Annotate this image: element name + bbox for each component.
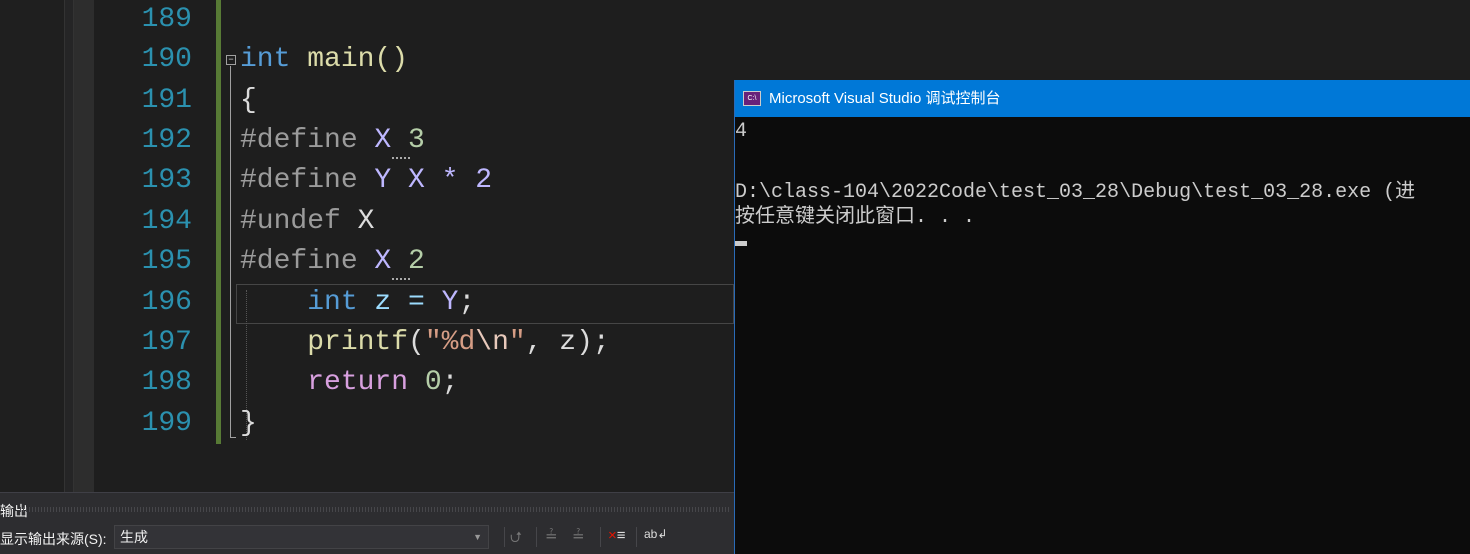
console-title: Microsoft Visual Studio 调试控制台 <box>769 90 1001 107</box>
chevron-down-icon: ▼ <box>473 532 482 542</box>
macro-hint-dots <box>392 157 410 159</box>
fold-line <box>230 66 231 438</box>
divider <box>536 527 537 547</box>
collapse-icon[interactable]: − <box>226 55 236 65</box>
code-line: #undef X <box>240 206 375 237</box>
word-wrap-icon[interactable]: ab↲ <box>644 527 667 541</box>
line-number: 190 <box>141 44 192 75</box>
debug-console-window[interactable]: C:\ Microsoft Visual Studio 调试控制台 4 D:\c… <box>734 80 1470 554</box>
clear-all-icon[interactable]: ×≡ <box>608 527 626 544</box>
line-number: 191 <box>141 85 192 116</box>
line-number: 199 <box>141 408 192 439</box>
code-line: #define X 3 <box>240 125 425 156</box>
console-cursor <box>735 241 747 246</box>
console-line: 4 <box>735 120 748 143</box>
console-app-icon: C:\ <box>743 91 761 106</box>
fold-end <box>230 437 236 438</box>
output-panel: 输出 显示输出来源(S): 生成 ▼ ⮍ ≟ ≟ ×≡ ab↲ <box>0 492 734 554</box>
output-source-select[interactable]: 生成 ▼ <box>114 525 489 549</box>
previous-message-icon[interactable]: ≟ <box>545 527 558 545</box>
change-tracking-bar <box>216 0 221 444</box>
left-panel <box>0 0 64 492</box>
line-number: 193 <box>141 165 192 196</box>
code-line: { <box>240 85 257 116</box>
line-number: 195 <box>141 246 192 277</box>
code-line: } <box>240 408 257 439</box>
divider <box>600 527 601 547</box>
macro-hint-dots <box>392 278 410 280</box>
goto-message-icon[interactable]: ⮍ <box>510 527 522 552</box>
margin-strip <box>74 0 94 492</box>
panel-grip[interactable] <box>20 507 730 512</box>
next-message-icon[interactable]: ≟ <box>572 527 585 545</box>
code-line: #define X 2 <box>240 246 425 277</box>
line-number: 192 <box>141 125 192 156</box>
divider <box>504 527 505 547</box>
line-number: 189 <box>141 4 192 35</box>
line-number: 197 <box>141 327 192 358</box>
console-title-bar[interactable]: C:\ Microsoft Visual Studio 调试控制台 <box>735 80 1470 117</box>
divider <box>636 527 637 547</box>
output-source-value: 生成 <box>120 529 148 545</box>
line-number: 196 <box>141 287 192 318</box>
code-line: int z = Y; <box>240 287 476 318</box>
line-number: 198 <box>141 367 192 398</box>
code-line: #define Y X * 2 <box>240 165 493 196</box>
output-source-label: 显示输出来源(S): <box>0 531 107 547</box>
code-line: printf("%d\n", z); <box>240 327 610 358</box>
scrollbar-strip[interactable] <box>64 0 74 492</box>
console-line: 按任意键关闭此窗口. . . <box>735 206 976 229</box>
line-number: 194 <box>141 206 192 237</box>
code-line: return 0; <box>240 367 459 398</box>
code-line: int main() <box>240 44 409 75</box>
